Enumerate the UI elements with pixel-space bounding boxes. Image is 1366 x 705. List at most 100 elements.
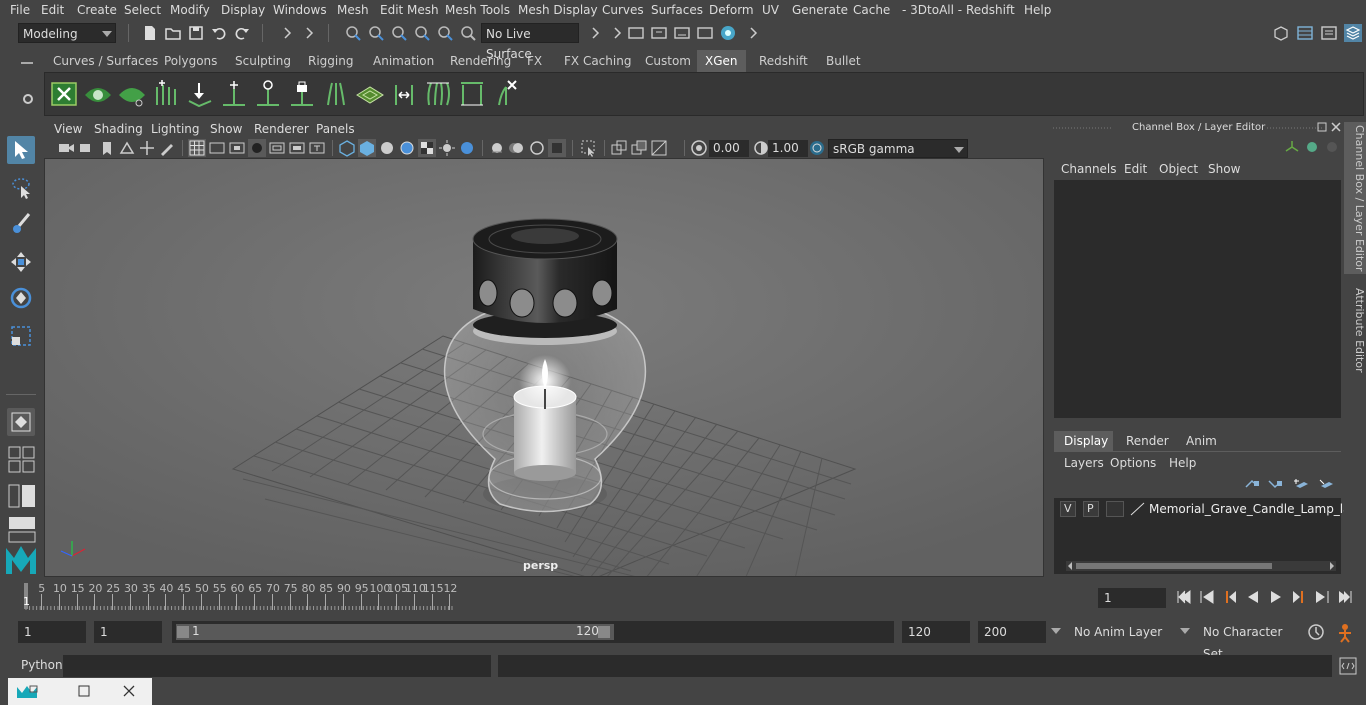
screen-space-ao-icon[interactable] xyxy=(488,139,506,157)
render-frame-icon[interactable] xyxy=(650,24,668,42)
xgen-add-icon[interactable] xyxy=(219,77,249,109)
character-set-selector[interactable]: No Character Set xyxy=(1197,621,1297,661)
render-view-icon[interactable] xyxy=(696,24,714,42)
dot-icon[interactable] xyxy=(1325,140,1339,154)
step-back-key-icon[interactable] xyxy=(1222,589,1238,605)
layer-display-type-toggle[interactable] xyxy=(1106,501,1124,517)
float-panel-icon[interactable] xyxy=(1317,122,1327,132)
camera-lock-icon[interactable] xyxy=(78,139,96,157)
viewport-menu-renderer[interactable]: Renderer xyxy=(254,122,309,136)
go-to-end-icon[interactable] xyxy=(1337,589,1353,605)
four-view-layout-icon[interactable] xyxy=(8,446,36,474)
xray-icon[interactable] xyxy=(610,139,628,157)
exposure-field[interactable]: 0.00 xyxy=(709,140,749,157)
xgen-editor-icon[interactable] xyxy=(49,77,79,109)
xgen-lock-icon[interactable] xyxy=(287,77,317,109)
persp-graph-layout-icon[interactable] xyxy=(8,516,36,544)
film-gate-icon[interactable] xyxy=(208,139,226,157)
menu-file[interactable]: File xyxy=(10,3,30,17)
channels-show-menu[interactable]: Show xyxy=(1208,162,1240,176)
animation-start-field[interactable]: 1 xyxy=(18,621,86,643)
grid-toggle-icon[interactable] xyxy=(188,139,206,157)
resolution-gate-icon[interactable] xyxy=(228,139,246,157)
menu-mesh[interactable]: Mesh xyxy=(337,3,369,17)
shelf-tab-animation[interactable]: Animation xyxy=(365,50,442,72)
viewport-menu-panels[interactable]: Panels xyxy=(316,122,355,136)
wireframe-icon[interactable] xyxy=(338,139,356,157)
xray-active-icon[interactable] xyxy=(650,139,668,157)
scroll-right-icon[interactable] xyxy=(1328,562,1336,570)
move-layer-up-icon[interactable] xyxy=(1244,477,1260,491)
collapse-arrow-icon[interactable] xyxy=(586,24,604,42)
maya-window-icon[interactable] xyxy=(16,685,38,699)
menu-uv[interactable]: UV xyxy=(762,3,779,17)
axis-icon[interactable] xyxy=(1285,140,1299,154)
chevron-down-icon[interactable] xyxy=(1051,627,1061,635)
channels-menu[interactable]: Channels xyxy=(1061,162,1117,176)
viewport-menu-lighting[interactable]: Lighting xyxy=(151,122,200,136)
select-tool-button[interactable] xyxy=(7,136,35,164)
layer-tab-display[interactable]: Display xyxy=(1054,431,1113,451)
new-layer-selected-icon[interactable] xyxy=(1318,477,1334,491)
shelf-tab-polygons[interactable]: Polygons xyxy=(156,50,225,72)
shelf-tab-fx[interactable]: FX xyxy=(519,50,550,72)
layout-icon[interactable] xyxy=(1296,24,1314,42)
snap-surface-icon[interactable] xyxy=(436,24,454,42)
animation-preferences-icon[interactable] xyxy=(1334,621,1356,643)
snap-point-icon[interactable] xyxy=(390,24,408,42)
menu-modify[interactable]: Modify xyxy=(170,3,210,17)
new-layer-icon[interactable] xyxy=(1293,477,1309,491)
shelf-tab-custom[interactable]: Custom xyxy=(637,50,699,72)
menu-mesh-tools[interactable]: Mesh Tools xyxy=(445,3,510,17)
persp-outliner-layout-icon[interactable] xyxy=(8,484,36,508)
close-icon[interactable] xyxy=(123,685,135,697)
layer-name[interactable]: Memorial_Grave_Candle_Lamp_layer xyxy=(1149,502,1366,516)
xgen-leaf-icon[interactable] xyxy=(117,77,147,109)
2d-pan-zoom-icon[interactable] xyxy=(138,139,156,157)
menu-redshift[interactable]: Redshift xyxy=(966,3,1015,17)
shelf-tab-bullet[interactable]: Bullet xyxy=(818,50,869,72)
xgen-guides-to-curves-icon[interactable] xyxy=(457,77,487,109)
xgen-sculpt-guides-icon[interactable] xyxy=(389,77,419,109)
menu-create[interactable]: Create xyxy=(77,3,117,17)
menu-windows[interactable]: Windows xyxy=(273,3,327,17)
menu-select[interactable]: Select xyxy=(124,3,161,17)
anim-layer-selector[interactable]: No Anim Layer xyxy=(1068,621,1174,643)
command-input[interactable] xyxy=(63,655,491,677)
scroll-left-icon[interactable] xyxy=(1066,562,1074,570)
xgen-density-grid-icon[interactable] xyxy=(355,77,385,109)
save-scene-icon[interactable] xyxy=(187,24,205,42)
side-tab-attribute-editor[interactable]: Attribute Editor xyxy=(1344,280,1366,380)
camera-select-icon[interactable] xyxy=(57,139,75,157)
channel-box-toggle-icon[interactable] xyxy=(1343,23,1363,43)
collapse-arrow-icon[interactable] xyxy=(744,24,762,42)
step-back-icon[interactable] xyxy=(1199,589,1215,605)
menu-cache[interactable]: Cache xyxy=(853,3,890,17)
menu-curves[interactable]: Curves xyxy=(602,3,644,17)
chevron-down-icon[interactable] xyxy=(1180,627,1190,635)
play-backward-icon[interactable] xyxy=(1245,589,1261,605)
shelf-menu-icon[interactable] xyxy=(20,60,34,66)
safe-title-icon[interactable] xyxy=(308,139,326,157)
single-perspective-view-button[interactable] xyxy=(7,408,35,436)
range-slider[interactable]: 1 120 xyxy=(172,621,894,643)
viewport-menu-show[interactable]: Show xyxy=(210,122,242,136)
shelf-settings-gear-icon[interactable] xyxy=(21,92,35,106)
command-language-label[interactable]: Python xyxy=(21,658,63,672)
wireframe-on-shaded-icon[interactable] xyxy=(398,139,416,157)
depth-of-field-icon[interactable] xyxy=(548,139,566,157)
xgen-groom-icon[interactable] xyxy=(423,77,453,109)
layer-tab-render[interactable]: Render xyxy=(1126,434,1169,448)
play-forward-icon[interactable] xyxy=(1268,589,1284,605)
smooth-shade-icon[interactable] xyxy=(358,139,376,157)
layer-tab-anim[interactable]: Anim xyxy=(1186,434,1217,448)
rotate-tool-button[interactable] xyxy=(7,284,35,312)
viewport-menu-shading[interactable]: Shading xyxy=(94,122,143,136)
shelf-tab-fx-caching[interactable]: FX Caching xyxy=(556,50,639,72)
default-material-icon[interactable] xyxy=(378,139,396,157)
go-to-start-icon[interactable] xyxy=(1176,589,1192,605)
undo-icon[interactable] xyxy=(210,24,228,42)
bookmark-icon[interactable] xyxy=(98,139,116,157)
menu-display[interactable]: Display xyxy=(221,3,265,17)
layer-color-icon[interactable] xyxy=(1130,502,1146,516)
